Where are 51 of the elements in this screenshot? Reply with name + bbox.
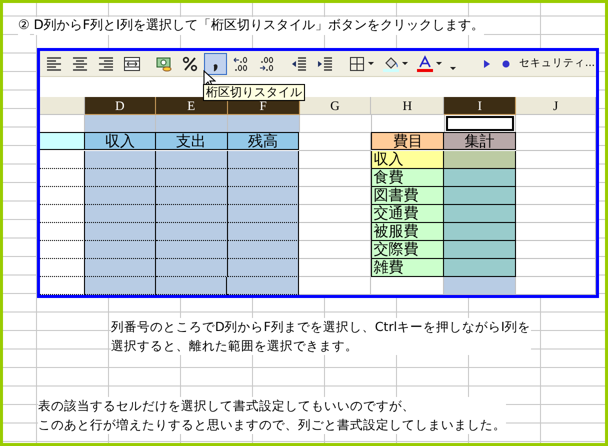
- note-paragraph: 列番号のところでD列からF列までを選択し、Ctrlキーを押しながらI列を 選択すると、離れた範囲を選択できます。: [111, 318, 531, 355]
- table-cell: [84, 151, 156, 169]
- align-center-icon: [71, 54, 89, 72]
- table-cell: [228, 259, 300, 277]
- table-header-cell: 収入: [84, 132, 156, 150]
- step-number: ②: [18, 17, 30, 35]
- table-header-cell: 集計: [444, 132, 516, 150]
- table-cell: [227, 277, 299, 295]
- table-header-cell: [40, 132, 85, 150]
- caret-icon: [436, 62, 442, 66]
- comma-button[interactable]: [204, 52, 227, 74]
- column-header[interactable]: E: [156, 97, 228, 115]
- fill-color-icon: [382, 54, 400, 72]
- tooltip: 桁区切りスタイル: [203, 84, 305, 101]
- column-header[interactable]: H: [371, 97, 444, 115]
- more-icon: [450, 66, 456, 70]
- percent-icon: [181, 54, 199, 72]
- sheet-cell: [84, 115, 156, 133]
- caret-icon: [368, 62, 374, 66]
- currency-icon: [155, 54, 173, 72]
- note-paragraph: 表の該当するセルだけを選択して書式設定してもいいのですが、 このあと行が増えたりすると思いますので、列ごと書式設定してしまいました。: [38, 397, 506, 434]
- outdent-icon: [290, 54, 308, 72]
- category-cell: 交際費: [371, 241, 444, 259]
- caret-icon: [402, 62, 408, 66]
- indent-icon: [316, 54, 334, 72]
- comma-icon: [213, 64, 218, 72]
- merge-icon: [123, 54, 141, 72]
- category-cell: 被服費: [371, 223, 444, 241]
- decrease-decimal-icon: [258, 54, 276, 72]
- font-color-icon: [416, 54, 434, 72]
- category-cell: 交通費: [371, 205, 444, 223]
- align-right-icon: [97, 54, 115, 72]
- table-cell: [84, 277, 156, 295]
- column-header[interactable]: J: [516, 97, 596, 115]
- column-header[interactable]: G: [300, 97, 372, 115]
- column-header[interactable]: I: [444, 97, 516, 115]
- align-left-icon: [45, 54, 63, 72]
- category-cell: 食費: [371, 169, 444, 187]
- overflow-button[interactable]: セキュリティ...: [519, 56, 598, 72]
- increase-decimal-icon: [232, 54, 250, 72]
- table-header-cell: 支出: [156, 132, 228, 150]
- category-cell: 雑費: [371, 259, 444, 277]
- category-cell: 図書費: [371, 187, 444, 205]
- table-cell: [228, 151, 300, 169]
- borders-icon: [348, 54, 366, 72]
- table-cell: [156, 277, 228, 295]
- table-header-cell: 残高: [228, 132, 300, 150]
- category-cell: 収入: [371, 151, 444, 169]
- instruction-text: D列からF列とI列を選択して「桁区切りスタイル」ボタンをクリックします。: [34, 17, 484, 35]
- column-header[interactable]: D: [84, 97, 156, 115]
- table-header-cell: 費目: [371, 132, 444, 150]
